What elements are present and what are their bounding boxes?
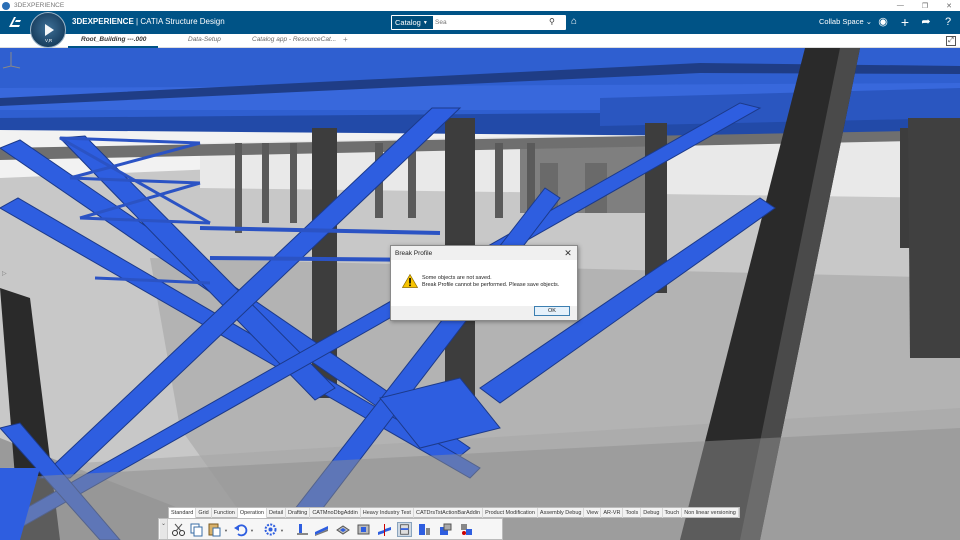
app-header: 3DEXPERIENCE | CATIA Structure Design Ca… [0,11,960,34]
close-window-button[interactable]: ✕ [946,2,952,10]
app-logo-icon [2,1,10,10]
dialog-message-line1: Some objects are not saved. [422,275,492,281]
settings-dropdown-icon[interactable]: ▼ [280,528,285,533]
tab-detail[interactable]: Detail [267,508,287,518]
tab-catdrststactionbaraddin[interactable]: CATDrsTstActionBarAddin [414,508,484,518]
help-icon[interactable]: ? [941,15,955,29]
action-bar-tabs: Standard Grid Function Operation Detail … [168,507,740,518]
tab-product-modification[interactable]: Product Modification [483,508,538,518]
restore-button[interactable]: ❐ [922,2,928,10]
compass-axis-icon[interactable] [0,48,22,70]
tab-catalog-app[interactable]: Catalog app - ResourceCat... [252,36,336,43]
ds-logo-icon [9,17,21,27]
action-bar-icons: ⌄ ▼ ▼ ▼ [158,518,503,540]
document-tabbar: Root_Building ---.000 Data-Setup Catalog… [0,34,960,48]
tab-drafting[interactable]: Drafting [286,508,311,518]
tab-function[interactable]: Function [212,508,238,518]
tab-assembly-debug[interactable]: Assembly Debug [538,508,585,518]
tab-heavy-industry-test[interactable]: Heavy Industry Test [361,508,414,518]
attach-icon[interactable] [459,522,474,537]
fullscreen-icon[interactable]: ⤢ [946,36,956,46]
dialog-close-icon[interactable]: ✕ [563,248,573,258]
panel-expand-icon[interactable]: ▷ [2,270,7,278]
add-tab-button[interactable]: + [343,35,348,44]
plate-icon[interactable] [335,522,350,537]
break-profile-dialog: Break Profile ✕ Some objects are not sav… [390,245,578,321]
window-controls: — ❐ ✕ [897,0,952,11]
action-bar-collapse-icon[interactable]: ⌄ [160,519,168,539]
tab-debug[interactable]: Debug [641,508,663,518]
tab-data-setup[interactable]: Data-Setup [188,36,221,43]
dialog-title: Break Profile [395,250,433,257]
tab-operation[interactable]: Operation [237,508,267,518]
tab-view[interactable]: View [584,508,602,518]
dialog-message-line2: Break Profile cannot be performed. Pleas… [422,282,560,288]
tab-tools[interactable]: Tools [623,508,642,518]
compass-button[interactable]: V,R [30,12,66,48]
search-icon[interactable]: ⚲ [549,17,563,28]
add-material-icon[interactable] [438,522,453,537]
split-icon[interactable] [397,522,412,537]
add-icon[interactable]: + [898,15,912,29]
search-bar: Catalog ▼ ⚲ [391,15,566,30]
play-icon [45,24,54,36]
chevron-down-icon: ▼ [422,19,428,26]
brand-title: 3DEXPERIENCE | CATIA Structure Design [72,17,225,26]
tab-grid[interactable]: Grid [196,508,212,518]
scissors-icon[interactable] [171,522,186,537]
undo-dropdown-icon[interactable]: ▼ [250,528,255,533]
break-profile-icon[interactable] [377,522,392,537]
paste-icon[interactable] [207,522,222,537]
minimize-button[interactable]: — [897,2,904,9]
warning-icon [402,274,418,288]
tab-ar-vr[interactable]: AR-VR [601,508,624,518]
collab-space-dropdown[interactable]: Collab Space ⌄ [819,17,872,26]
os-window-title: 3DEXPERIENCE [14,2,65,9]
copy-icon[interactable] [189,522,204,537]
ok-button[interactable]: OK [534,306,570,316]
tag-icon[interactable]: ⌂ [571,16,583,28]
settings-gear-icon[interactable] [263,522,278,537]
action-bar: Standard Grid Function Operation Detail … [158,507,801,540]
tab-catmnodbgaddin[interactable]: CATMnoDbgAddin [310,508,361,518]
stiffener-icon[interactable] [314,522,329,537]
os-titlebar: 3DEXPERIENCE — ❐ ✕ [0,0,960,11]
profile-icon[interactable] [295,522,310,537]
search-input[interactable] [435,16,535,29]
tab-touch[interactable]: Touch [663,508,683,518]
compass-version: V,R [45,38,53,43]
undo-icon[interactable] [233,522,248,537]
opening-icon[interactable] [356,522,371,537]
share-icon[interactable]: ➦ [919,15,933,29]
paste-dropdown-icon[interactable]: ▼ [224,528,229,533]
tab-non-linear-versioning[interactable]: Non linear versioning [682,508,739,518]
split-plate-icon[interactable] [417,522,432,537]
user-avatar-icon[interactable]: ◉ [876,15,890,29]
tab-standard[interactable]: Standard [169,508,197,518]
tab-root-building[interactable]: Root_Building ---.000 [81,36,146,43]
search-scope-dropdown[interactable]: Catalog ▼ [392,16,433,29]
dialog-body: Some objects are not saved. Break Profil… [391,260,577,306]
